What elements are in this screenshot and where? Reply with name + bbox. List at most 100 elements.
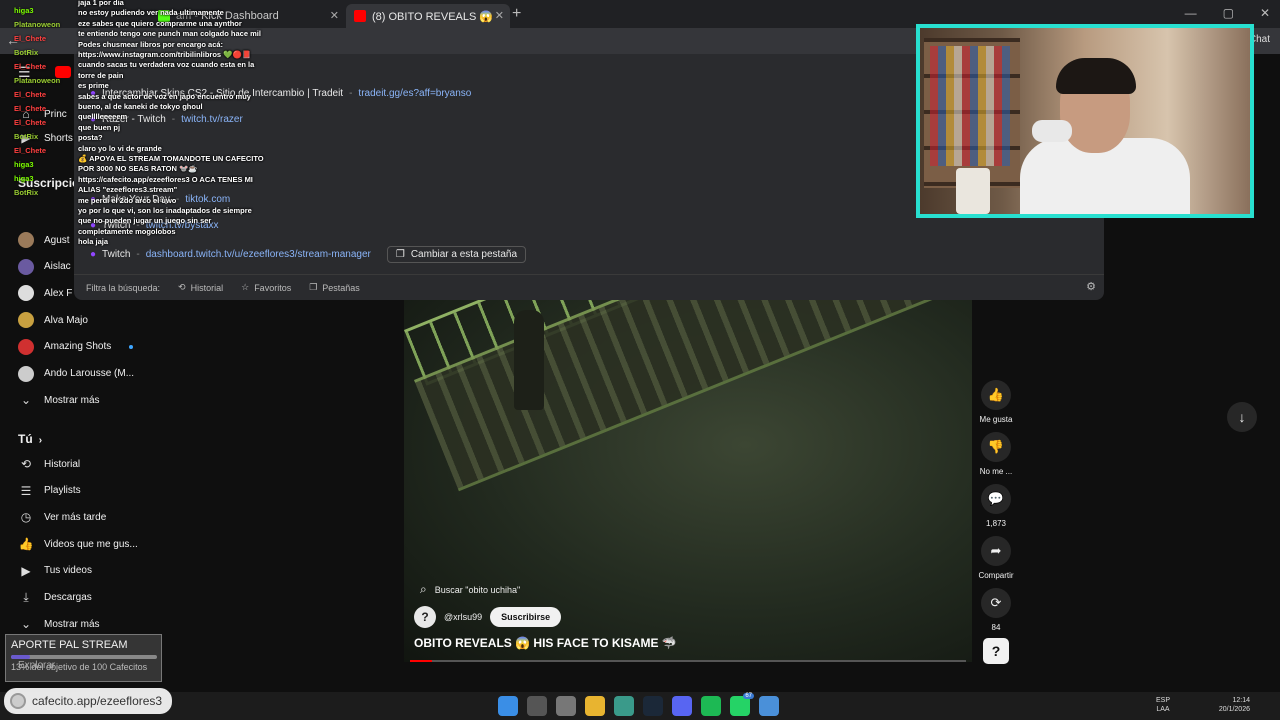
arrow-down-icon: ↓ xyxy=(1238,409,1246,425)
chat-app-icon[interactable] xyxy=(759,696,779,716)
chip-history[interactable]: ⟲ Historial xyxy=(178,282,223,293)
sidebar-subscription-item[interactable]: Amazing Shots xyxy=(18,337,168,357)
channel-row: ? @xrlsu99 Suscribirse xyxy=(414,606,562,628)
start-icon[interactable] xyxy=(498,696,518,716)
sidebar-subscription-item[interactable]: Alva Majo xyxy=(18,310,168,330)
task-view-icon[interactable] xyxy=(556,696,576,716)
chat-username: El_Chete xyxy=(14,146,47,155)
channel-handle[interactable]: @xrlsu99 xyxy=(444,612,482,622)
site-favicon-icon: ● xyxy=(90,249,97,260)
chat-username: Platanoweon xyxy=(14,76,61,85)
sidebar-item-your-videos[interactable]: ▶ Tus videos xyxy=(18,561,168,581)
you-heading[interactable]: Tú › xyxy=(18,432,42,446)
history-icon: ⟲ xyxy=(20,457,32,471)
short-video-player[interactable]: ⌕ Buscar "obito uchiha" ? @xrlsu99 Suscr… xyxy=(404,300,972,662)
lang-top: ESP xyxy=(1155,697,1170,704)
gear-icon[interactable]: ⚙ xyxy=(1086,280,1096,293)
close-tab-icon[interactable]: ✕ xyxy=(330,9,339,22)
chat-username: BotRix xyxy=(14,48,39,57)
share-label: Compartir xyxy=(978,571,1014,580)
new-tab-button[interactable]: + xyxy=(512,5,521,23)
chat-username: El_Chete xyxy=(14,62,47,71)
subscribe-button[interactable]: Suscribirse xyxy=(490,607,562,627)
sidebar-item-history[interactable]: ⟲ Historial xyxy=(18,454,168,474)
playlists-icon: ☰ xyxy=(20,483,32,498)
suggestion-title: Twitch xyxy=(102,249,131,260)
comments-label: 1,873 xyxy=(985,519,1007,528)
chat-message: es prime xyxy=(78,81,109,91)
chat-message: hola jaja xyxy=(78,237,109,247)
video-progress-bar[interactable] xyxy=(410,660,966,662)
sidebar-item-label: Descargas xyxy=(44,592,92,603)
search-filter-row: Filtra la búsqueda: ⟲ Historial ☆ Favorito… xyxy=(74,274,1104,300)
chat-message: te entiendo tengo one punch man colgado … xyxy=(78,29,261,39)
explore-heading[interactable]: Explorar xyxy=(18,660,55,671)
sidebar-item-download[interactable]: ⤓ Descargas xyxy=(18,588,168,608)
tabs-icon: ❐ xyxy=(309,282,318,292)
comments-button[interactable]: 💬 1,873 xyxy=(976,484,1016,528)
tab-youtube[interactable]: (8) OBITO REVEALS 😱 HIS FACE T ✕ xyxy=(346,4,510,28)
related-search-chip[interactable]: ⌕ Buscar "obito uchiha" xyxy=(420,582,520,597)
chip-bookmarks[interactable]: ☆ Favoritos xyxy=(241,282,291,293)
sidebar-item-clock[interactable]: ◷ Ver más tarde xyxy=(18,507,168,527)
browser-icon[interactable] xyxy=(614,696,634,716)
close-tab-icon[interactable]: ✕ xyxy=(495,9,504,22)
whatsapp-icon[interactable]: 67 xyxy=(730,693,754,716)
chip-label: Historial xyxy=(190,282,224,293)
sidebar-subscription-item[interactable]: ⌄ Mostrar más xyxy=(18,390,168,410)
switch-tab-label: Cambiar a esta pestaña xyxy=(410,249,517,260)
taskbar-clock[interactable]: 12:14 20/1/2026 xyxy=(1219,696,1250,714)
video-title[interactable]: OBITO REVEALS 😱 HIS FACE TO KISAME 🦈 xyxy=(414,636,677,650)
language-indicator[interactable]: ESP LAA xyxy=(1156,696,1170,714)
maximize-icon[interactable]: ▢ xyxy=(1223,6,1234,20)
like-label: Me gusta xyxy=(979,415,1013,424)
close-window-icon[interactable]: ✕ xyxy=(1260,6,1270,20)
channel-avatar[interactable]: ? xyxy=(414,606,436,628)
next-short-button[interactable]: ↓ xyxy=(1227,402,1257,432)
chat-message: posta? xyxy=(78,133,103,143)
steam-icon[interactable] xyxy=(643,696,663,716)
sidebar-subscription-item[interactable]: Ando Larousse (M... xyxy=(18,364,168,384)
chat-message: yo por lo que vi, son los inadaptados de… xyxy=(78,206,252,215)
tab-label: (8) OBITO REVEALS 😱 HIS FACE T xyxy=(372,10,492,23)
clock-icon: ◷ xyxy=(20,510,32,525)
chip-tabs[interactable]: ❐ Pestañas xyxy=(309,282,360,293)
download-icon: ⤓ xyxy=(23,590,29,604)
notification-badge: 67 xyxy=(743,693,754,699)
chat-message: https://www.instagram.com/tribilinlibros… xyxy=(78,50,252,59)
like-icon: 👍 xyxy=(981,380,1011,410)
sidebar-item-label: Playlists xyxy=(44,485,81,497)
switch-to-tab-button[interactable]: ❐ Cambiar a esta pestaña xyxy=(386,246,526,263)
donation-progress-fill xyxy=(11,655,30,659)
chat-username: El_Chete xyxy=(14,34,47,43)
sidebar-item-label: Videos que me gus... xyxy=(44,538,138,550)
tab-switch-icon: ❐ xyxy=(395,249,405,260)
dislike-button[interactable]: 👎 No me ... xyxy=(976,432,1016,476)
search-taskbar-icon[interactable] xyxy=(527,696,547,716)
discord-icon[interactable] xyxy=(672,696,692,716)
youtube-favicon-icon xyxy=(354,10,366,22)
figure-collection xyxy=(930,46,1010,166)
sidebar-item-label: Historial xyxy=(44,458,81,470)
chevron-right-icon: › xyxy=(36,435,43,446)
spotify-icon[interactable] xyxy=(701,696,721,716)
cloaked-figure xyxy=(514,310,544,410)
remix-button[interactable]: ⟳ 84 xyxy=(976,588,1016,632)
windows-taskbar: 67 ESP LAA 12:14 20/1/2026 xyxy=(0,692,1280,720)
share-button[interactable]: ➦ Compartir xyxy=(976,536,1016,580)
help-button[interactable]: ? xyxy=(983,638,1009,664)
sidebar-item-chevron-down[interactable]: ⌄ Mostrar más xyxy=(18,614,168,634)
chat-message: me perdi el 2do arco el uwo xyxy=(78,195,177,205)
chat-username: BotRix xyxy=(14,132,39,141)
star-icon: ☆ xyxy=(241,282,250,292)
like-button[interactable]: 👍 Me gusta xyxy=(976,380,1016,424)
file-explorer-icon[interactable] xyxy=(585,696,605,716)
mug xyxy=(956,168,990,214)
sidebar-item-playlists[interactable]: ☰ Playlists xyxy=(18,481,168,501)
chat-message: eze sabes que quiero comprarme una aynth… xyxy=(78,18,242,28)
dislike-icon: 👎 xyxy=(981,432,1011,462)
chevron-down-icon: ⌄ xyxy=(20,393,32,408)
filter-label: Filtra la búsqueda: xyxy=(86,282,161,293)
minimize-icon[interactable]: — xyxy=(1185,6,1197,20)
sidebar-item-thumbs-up[interactable]: 👍 Videos que me gus... xyxy=(18,534,168,554)
